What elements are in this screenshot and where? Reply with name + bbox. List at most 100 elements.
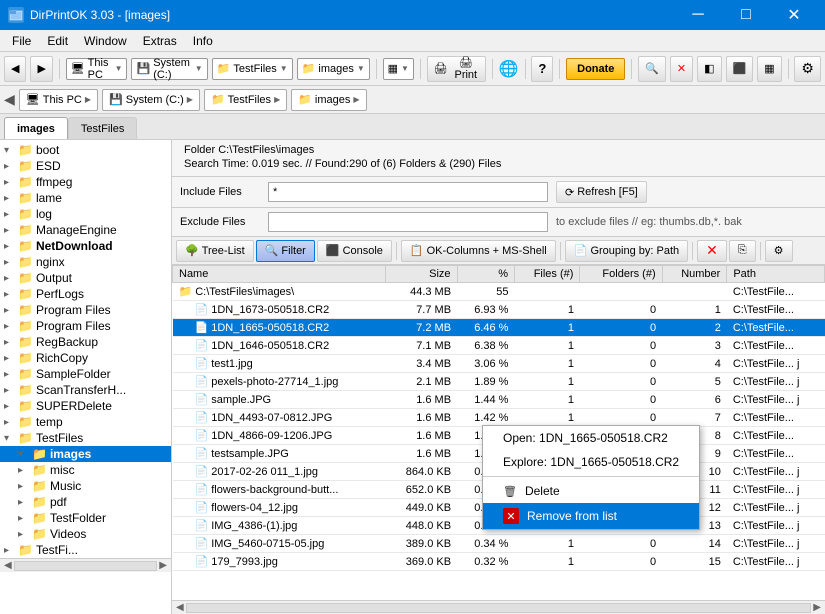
- grouping-button[interactable]: 📄 Grouping by: Path: [565, 240, 688, 262]
- tree-item[interactable]: ▸📁lame: [0, 190, 171, 206]
- tree-item[interactable]: ▸📁Videos: [0, 526, 171, 542]
- copy-button[interactable]: ⎘: [729, 240, 756, 262]
- col-folders[interactable]: Folders (#): [580, 266, 662, 283]
- table-row[interactable]: 📄1DN_1673-050518.CR27.7 MB6.93 %101C:\Te…: [173, 301, 825, 319]
- menu-extras[interactable]: Extras: [135, 32, 185, 50]
- table-row[interactable]: 📄179_7993.jpg369.0 KB0.32 %1015C:\TestFi…: [173, 553, 825, 571]
- search-button[interactable]: 🔍: [638, 56, 666, 82]
- testfiles-label: TestFiles: [233, 63, 276, 75]
- tree-item[interactable]: ▸📁temp: [0, 414, 171, 430]
- donate-button[interactable]: Donate: [566, 58, 625, 80]
- ctx-explore[interactable]: Explore: 1DN_1665-050518.CR2: [483, 450, 699, 474]
- folder-icon-tb: 📁: [217, 62, 231, 75]
- folder-icon: 📁: [18, 255, 33, 269]
- tree-item[interactable]: ▸📁ScanTransferH...: [0, 382, 171, 398]
- ok-columns-button[interactable]: 📋 OK-Columns + MS-Shell: [401, 240, 556, 262]
- view-icon: ▦: [388, 62, 398, 75]
- tree-item[interactable]: ▸📁ManageEngine: [0, 222, 171, 238]
- table-row[interactable]: 📄1DN_1646-050518.CR27.1 MB6.38 %103C:\Te…: [173, 337, 825, 355]
- col-path[interactable]: Path: [727, 266, 825, 283]
- extra-button[interactable]: ⚙: [794, 56, 821, 82]
- tree-item[interactable]: ▸📁ffmpeg: [0, 174, 171, 190]
- images-label: images: [318, 63, 353, 75]
- tree-item-label: TestFi...: [36, 543, 78, 557]
- tab-images[interactable]: images: [4, 117, 68, 139]
- table-row[interactable]: 📁C:\TestFiles\images\44.3 MB55C:\TestFil…: [173, 283, 825, 301]
- col-size[interactable]: Size: [386, 266, 457, 283]
- tree-item[interactable]: ▸📁RichCopy: [0, 350, 171, 366]
- this-pc-dropdown[interactable]: 🖥 This PC ▼: [66, 58, 128, 80]
- file-list[interactable]: Name Size % Files (#) Folders (#) Number…: [172, 265, 825, 600]
- tree-item[interactable]: ▾📁images: [0, 446, 171, 462]
- delete-toolbar-button[interactable]: ✕: [697, 240, 727, 262]
- forward-button[interactable]: ▶: [30, 56, 52, 82]
- options-button1[interactable]: ◧: [697, 56, 721, 82]
- tree-item[interactable]: ▸📁SUPERDelete: [0, 398, 171, 414]
- menu-info[interactable]: Info: [185, 32, 221, 50]
- tree-scroll-left[interactable]: ◀: [4, 560, 12, 571]
- tree-item[interactable]: ▸📁pdf: [0, 494, 171, 510]
- table-row[interactable]: 📄1DN_1665-050518.CR27.2 MB6.46 %102C:\Te…: [173, 319, 825, 337]
- table-row[interactable]: 📄1DN_4493-07-0812.JPG1.6 MB1.42 %107C:\T…: [173, 409, 825, 427]
- maximize-button[interactable]: □: [723, 0, 769, 30]
- view-dropdown[interactable]: ▦ ▼: [383, 58, 414, 80]
- table-row[interactable]: 📄sample.JPG1.6 MB1.44 %106C:\TestFile...…: [173, 391, 825, 409]
- exclude-files-input[interactable]: [268, 212, 548, 232]
- tree-item[interactable]: ▾📁boot: [0, 142, 171, 158]
- close-button[interactable]: ✕: [771, 0, 817, 30]
- ctx-delete[interactable]: 🗑 Delete: [483, 479, 699, 503]
- tree-item[interactable]: ▸📁Program Files: [0, 318, 171, 334]
- testfiles-dropdown[interactable]: 📁 TestFiles ▼: [212, 58, 293, 80]
- print-button[interactable]: 🖨 🖨 Print: [427, 56, 486, 82]
- tree-list-button[interactable]: 🌳 Tree-List: [176, 240, 254, 262]
- table-row[interactable]: 📄test1.jpg3.4 MB3.06 %104C:\TestFile... …: [173, 355, 825, 373]
- tree-item[interactable]: ▸📁Music: [0, 478, 171, 494]
- images-segment[interactable]: 📁 images ▶: [291, 89, 366, 111]
- tree-scroll-right[interactable]: ▶: [159, 560, 167, 571]
- tree-item[interactable]: ▾📁TestFiles: [0, 430, 171, 446]
- options-button2[interactable]: ⬛: [726, 56, 754, 82]
- menu-edit[interactable]: Edit: [39, 32, 76, 50]
- menu-file[interactable]: File: [4, 32, 39, 50]
- system-c-dropdown[interactable]: 💾 System (C:) ▼: [131, 58, 207, 80]
- tree-item[interactable]: ▸📁TestFolder: [0, 510, 171, 526]
- menu-window[interactable]: Window: [76, 32, 135, 50]
- refresh-button[interactable]: ⟳ Refresh [F5]: [556, 181, 647, 203]
- tree-item[interactable]: ▸📁misc: [0, 462, 171, 478]
- tree-item[interactable]: ▸📁RegBackup: [0, 334, 171, 350]
- hscroll-right[interactable]: ▶: [813, 602, 821, 613]
- filter-button[interactable]: 🔍 Filter: [256, 240, 315, 262]
- tree-item[interactable]: ▸📁NetDownload: [0, 238, 171, 254]
- testfiles-segment[interactable]: 📁 TestFiles ▶: [204, 89, 287, 111]
- hscroll-left[interactable]: ◀: [176, 602, 184, 613]
- col-files[interactable]: Files (#): [514, 266, 579, 283]
- col-number[interactable]: Number: [662, 266, 727, 283]
- minimize-button[interactable]: ─: [675, 0, 721, 30]
- tab-testfiles[interactable]: TestFiles: [68, 117, 137, 139]
- col-pct[interactable]: %: [457, 266, 514, 283]
- stop-button[interactable]: ✕: [670, 56, 693, 82]
- tree-item[interactable]: ▸📁Output: [0, 270, 171, 286]
- thispc-segment[interactable]: 🖥 This PC ▶: [19, 89, 98, 111]
- systemc-segment[interactable]: 💾 System (C:) ▶: [102, 89, 200, 111]
- config-button[interactable]: ⚙: [765, 240, 793, 262]
- options-button3[interactable]: ▦: [757, 56, 781, 82]
- help-button[interactable]: ?: [531, 56, 553, 82]
- tree-item[interactable]: ▸📁TestFi...: [0, 542, 171, 558]
- expand-icon: ▾: [4, 145, 18, 156]
- col-name[interactable]: Name: [173, 266, 386, 283]
- images-dropdown[interactable]: 📁 images ▼: [297, 58, 370, 80]
- table-row[interactable]: 📄pexels-photo-27714_1.jpg2.1 MB1.89 %105…: [173, 373, 825, 391]
- table-row[interactable]: 📄IMG_5460-0715-05.jpg389.0 KB0.34 %1014C…: [173, 535, 825, 553]
- tree-item[interactable]: ▸📁PerfLogs: [0, 286, 171, 302]
- tree-item[interactable]: ▸📁Program Files: [0, 302, 171, 318]
- tree-item[interactable]: ▸📁log: [0, 206, 171, 222]
- tree-item[interactable]: ▸📁SampleFolder: [0, 366, 171, 382]
- tree-item[interactable]: ▸📁nginx: [0, 254, 171, 270]
- tree-item[interactable]: ▸📁ESD: [0, 158, 171, 174]
- ctx-open[interactable]: Open: 1DN_1665-050518.CR2: [483, 426, 699, 450]
- include-files-input[interactable]: [268, 182, 548, 202]
- back-button[interactable]: ◀: [4, 56, 26, 82]
- console-button[interactable]: ⬛ Console: [317, 240, 392, 262]
- ctx-remove[interactable]: ✕ Remove from list: [483, 503, 699, 529]
